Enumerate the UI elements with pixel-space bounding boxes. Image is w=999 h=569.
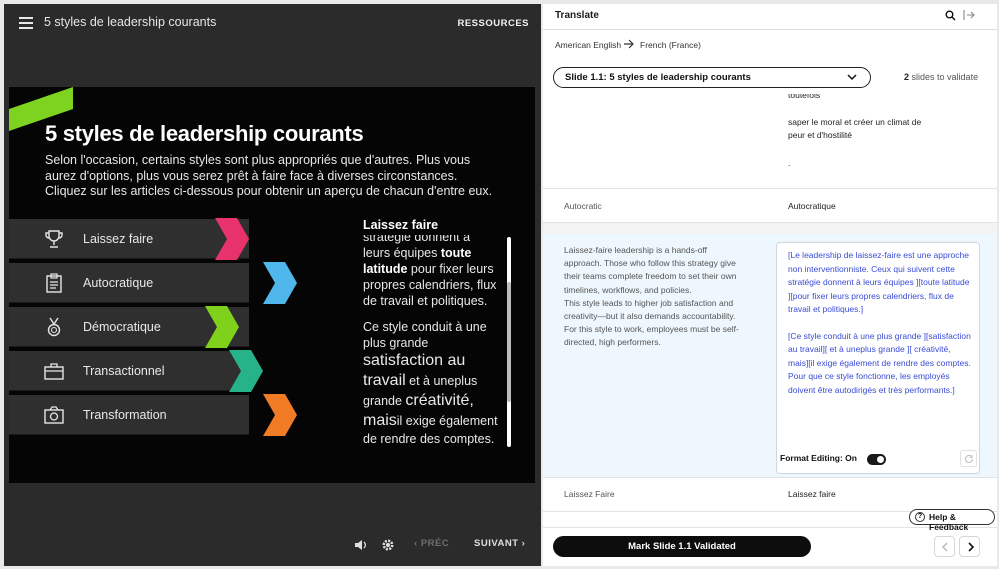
- volume-icon[interactable]: [354, 539, 367, 551]
- source-paragraph: Laissez-faire leadership is a hands-off …: [564, 245, 737, 295]
- menu-item-autocratique[interactable]: Autocratique: [9, 263, 249, 303]
- validate-count-number: 2: [904, 72, 910, 82]
- clipboard-icon: [46, 273, 62, 293]
- search-icon[interactable]: [945, 10, 956, 21]
- blue-chevron-icon: [263, 262, 297, 304]
- menu-item-transactionnel[interactable]: Transactionnel: [9, 351, 249, 391]
- player-bottom-bar: ‹ PRÉC SUIVANT ›: [4, 532, 541, 562]
- course-title: 5 styles de leadership courants: [44, 15, 217, 29]
- menu-item-transformation[interactable]: Transformation: [9, 395, 249, 435]
- menu-item-label: Transactionnel: [83, 364, 165, 378]
- slides-to-validate: 2 slides to validate: [904, 72, 978, 82]
- player-top-bar: 5 styles de leadership courants RESSOURC…: [4, 4, 541, 44]
- translate-panel: Translate American English French (Franc…: [543, 4, 997, 566]
- panel-scrollbar[interactable]: [989, 94, 994, 514]
- translation-rows: toutefois saper le moral et créer un cli…: [543, 94, 997, 516]
- menu-item-label: Démocratique: [83, 320, 161, 334]
- menu-item-label: Laissez faire: [83, 232, 154, 246]
- slide-canvas: 5 styles de leadership courants Selon l'…: [9, 87, 535, 483]
- detail-scrollbar[interactable]: [507, 237, 511, 447]
- prev-button[interactable]: ‹ PRÉC: [414, 538, 449, 549]
- next-label: SUIVANT: [474, 538, 519, 549]
- target-text: Laissez faire: [788, 489, 836, 499]
- trophy-icon: [45, 230, 63, 248]
- target-text: toutefois saper le moral et créer un cli…: [788, 94, 938, 170]
- chevron-down-icon: [847, 74, 857, 81]
- gear-icon[interactable]: [381, 538, 395, 552]
- prev-slide-button[interactable]: [934, 536, 955, 557]
- menu-icon[interactable]: [19, 17, 33, 29]
- mark-validated-button[interactable]: Mark Slide 1.1 Validated: [553, 536, 811, 557]
- translation-row[interactable]: toutefois saper le moral et créer un cli…: [543, 94, 997, 189]
- menu-item-label: Autocratique: [83, 276, 154, 290]
- slide-select-value: Slide 1.1: 5 styles de leadership couran…: [565, 72, 751, 83]
- menu-item-laissez-faire[interactable]: Laissez faire: [9, 219, 249, 259]
- reset-button[interactable]: [960, 450, 977, 467]
- chevron-left-icon: [941, 542, 948, 552]
- source-language: American English: [555, 40, 622, 50]
- translation-row-active[interactable]: Laissez-faire leadership is a hands-off …: [543, 234, 997, 478]
- pink-chevron-icon: [215, 218, 249, 260]
- help-feedback-button[interactable]: ? Help & Feedback: [909, 509, 995, 532]
- source-paragraph: This style leads to higher job satisfact…: [564, 297, 739, 348]
- target-line: saper le moral et créer un climat de peu…: [788, 117, 922, 141]
- camera-icon: [44, 406, 64, 424]
- source-text: Laissez Faire: [564, 489, 615, 499]
- validate-count-label: slides to validate: [911, 72, 979, 82]
- next-button[interactable]: SUIVANT ›: [474, 538, 525, 549]
- orange-chevron-icon: [263, 394, 297, 436]
- detail-line-cut: stratégie donnent à: [363, 235, 471, 244]
- scrollbar-thumb[interactable]: [507, 282, 511, 402]
- menu-item-label: Transformation: [83, 408, 167, 422]
- target-text: Autocratique: [788, 201, 836, 211]
- target-line: toutefois: [788, 94, 821, 100]
- translation-row[interactable]: Laissez Faire Laissez faire: [543, 478, 997, 512]
- question-icon: ?: [915, 512, 925, 522]
- translation-row[interactable]: Autocratic Autocratique: [543, 189, 997, 223]
- source-text: Autocratic: [564, 201, 602, 211]
- resources-button[interactable]: RESSOURCES: [457, 18, 529, 29]
- translate-header: Translate: [543, 4, 997, 30]
- editor-text[interactable]: [Le leadership de laissez-faire est une …: [788, 249, 973, 410]
- chevron-right-icon: [968, 542, 975, 552]
- source-text: Laissez-faire leadership is a hands-off …: [564, 244, 739, 350]
- format-editing-toggle[interactable]: [867, 454, 886, 465]
- detail-title: Laissez faire: [363, 218, 439, 232]
- course-player: 5 styles de leadership courants RESSOURC…: [4, 4, 541, 566]
- row-gap: [543, 223, 997, 234]
- prev-label: PRÉC: [420, 538, 450, 549]
- translate-title: Translate: [555, 10, 599, 21]
- teal-chevron-icon: [229, 350, 263, 392]
- arrow-right-icon: [624, 39, 634, 49]
- briefcase-icon: [44, 363, 64, 380]
- target-line: .: [788, 157, 791, 168]
- translation-editor[interactable]: [Le leadership de laissez-faire est une …: [776, 242, 980, 474]
- detail-text: Ce style conduit à une plus grande: [363, 320, 487, 350]
- medal-icon: [47, 317, 61, 337]
- detail-text: leurs équipes: [363, 246, 441, 260]
- editor-paragraph: [Le leadership de laissez-faire est une …: [788, 250, 970, 314]
- target-language: French (France): [640, 40, 701, 50]
- help-feedback-label: Help & Feedback: [929, 512, 969, 532]
- format-editing-label: Format Editing: On: [780, 453, 857, 463]
- exit-icon[interactable]: [963, 9, 975, 21]
- detail-content[interactable]: stratégie donnent à leurs équipes toute …: [363, 235, 503, 447]
- next-slide-button[interactable]: [959, 536, 980, 557]
- green-chevron-icon: [205, 306, 239, 348]
- slide-select-dropdown[interactable]: Slide 1.1: 5 styles de leadership couran…: [553, 67, 871, 88]
- refresh-icon: [965, 454, 974, 463]
- slide-title: 5 styles de leadership courants: [45, 121, 364, 146]
- toggle-knob: [877, 456, 884, 463]
- app-root: 5 styles de leadership courants RESSOURC…: [0, 0, 999, 569]
- slide-intro: Selon l'occasion, certains styles sont p…: [45, 153, 493, 198]
- editor-paragraph: [Ce style conduit à une plus grande ][sa…: [788, 330, 971, 395]
